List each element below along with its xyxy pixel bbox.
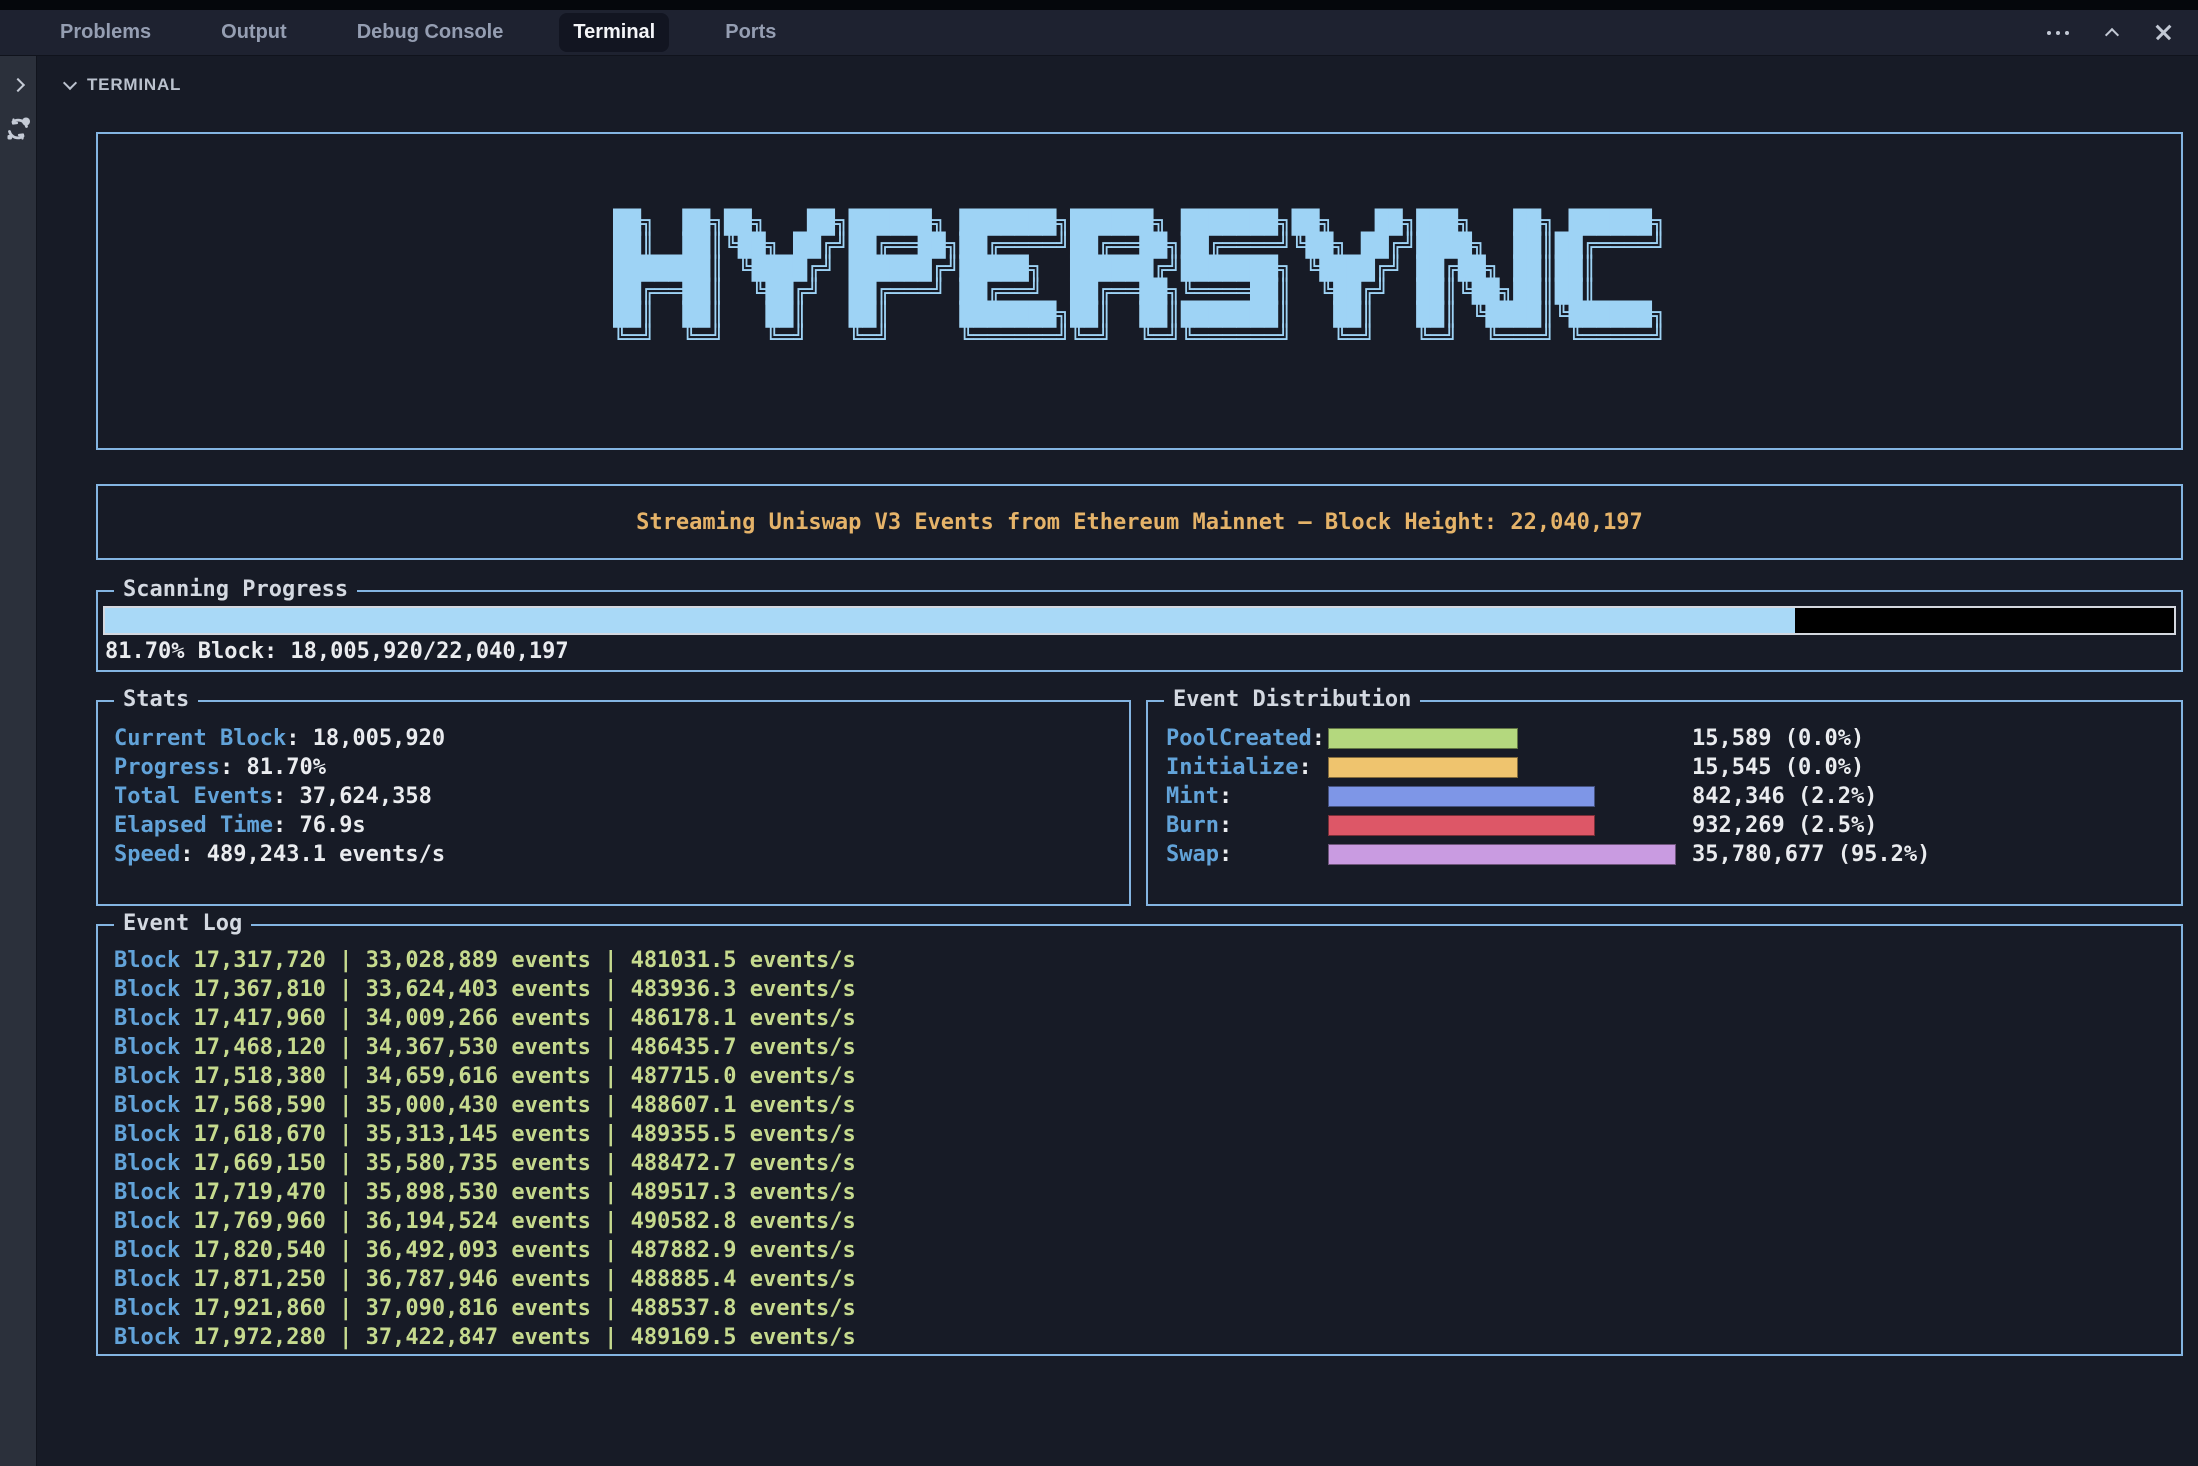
stream-banner-text: Streaming Uniswap V3 Events from Ethereu… [636, 510, 1643, 535]
stat-progress: Progress: 81.70% [114, 753, 1129, 782]
ascii-art-box: ██╗ ██╗██╗ ██╗██████╗ ███████╗██████╗ ██… [96, 132, 2183, 450]
log-row: Block 17,871,250 | 36,787,946 events | 4… [114, 1265, 2181, 1294]
tab-problems[interactable]: Problems [46, 13, 165, 52]
close-panel-icon[interactable] [2155, 24, 2172, 41]
tab-terminal[interactable]: Terminal [559, 13, 669, 52]
event-log-title: Event Log [114, 911, 251, 937]
log-row: Block 17,972,280 | 37,422,847 events | 4… [114, 1323, 2181, 1352]
terminal-header: TERMINAL [37, 56, 2198, 114]
dist-bar-swap [1328, 844, 1676, 865]
dist-bar-initialize [1328, 757, 1518, 778]
hypersync-ascii-art: ██╗ ██╗██╗ ██╗██████╗ ███████╗██████╗ ██… [613, 212, 1665, 350]
scanning-progress-box: Scanning Progress 81.70% Block: 18,005,9… [96, 590, 2183, 672]
log-row: Block 17,568,590 | 35,000,430 events | 4… [114, 1091, 2181, 1120]
sync-icon[interactable] [5, 116, 31, 142]
panel-tabbar: Problems Output Debug Console Terminal P… [0, 10, 2198, 56]
log-row: Block 17,618,670 | 35,313,145 events | 4… [114, 1120, 2181, 1149]
stats-title: Stats [114, 687, 198, 713]
stat-current-block: Current Block: 18,005,920 [114, 724, 1129, 753]
chevron-down-icon[interactable] [63, 76, 77, 90]
scanning-progress-title: Scanning Progress [114, 577, 357, 603]
dist-row-poolcreated: PoolCreated: 15,589 (0.0%) [1166, 724, 2181, 753]
stat-speed: Speed: 489,243.1 events/s [114, 840, 1129, 869]
stat-total-events: Total Events: 37,624,358 [114, 782, 1129, 811]
log-row: Block 17,820,540 | 36,492,093 events | 4… [114, 1236, 2181, 1265]
progress-bar [103, 606, 2176, 635]
log-row: Block 17,317,720 | 33,028,889 events | 4… [114, 946, 2181, 975]
dist-row-swap: Swap: 35,780,677 (95.2%) [1166, 840, 2181, 869]
window-top-strip [0, 0, 2198, 10]
progress-bar-fill [105, 608, 1795, 633]
stat-elapsed-time: Elapsed Time: 76.9s [114, 811, 1129, 840]
vscode-panel: Problems Output Debug Console Terminal P… [0, 0, 2198, 1466]
progress-label: 81.70% Block: 18,005,920/22,040,197 [103, 639, 2176, 664]
dist-row-mint: Mint: 842,346 (2.2%) [1166, 782, 2181, 811]
log-row: Block 17,468,120 | 34,367,530 events | 4… [114, 1033, 2181, 1062]
event-log-box: Event Log Block 17,317,720 | 33,028,889 … [96, 924, 2183, 1356]
terminal-header-label: TERMINAL [87, 75, 181, 95]
log-row: Block 17,719,470 | 35,898,530 events | 4… [114, 1178, 2181, 1207]
log-row: Block 17,669,150 | 35,580,735 events | 4… [114, 1149, 2181, 1178]
log-row: Block 17,518,380 | 34,659,616 events | 4… [114, 1062, 2181, 1091]
dist-row-initialize: Initialize: 15,545 (0.0%) [1166, 753, 2181, 782]
log-row: Block 17,417,960 | 34,009,266 events | 4… [114, 1004, 2181, 1033]
event-distribution-box: Event Distribution PoolCreated: 15,589 (… [1146, 700, 2183, 906]
stream-banner-box: Streaming Uniswap V3 Events from Ethereu… [96, 484, 2183, 560]
tab-ports[interactable]: Ports [711, 13, 790, 52]
dist-bar-mint [1328, 786, 1595, 807]
chevron-right-icon[interactable] [11, 78, 25, 92]
terminal-side-rail [0, 56, 37, 1466]
log-row: Block 17,367,810 | 33,624,403 events | 4… [114, 975, 2181, 1004]
dist-row-burn: Burn: 932,269 (2.5%) [1166, 811, 2181, 840]
maximize-panel-icon[interactable] [2105, 28, 2119, 42]
log-row: Block 17,769,960 | 36,194,524 events | 4… [114, 1207, 2181, 1236]
panel-actions [2047, 24, 2172, 41]
dist-bar-poolcreated [1328, 728, 1518, 749]
terminal-output: ██╗ ██╗██╗ ██╗██████╗ ███████╗██████╗ ██… [37, 114, 2198, 1356]
tab-output[interactable]: Output [207, 13, 301, 52]
event-distribution-title: Event Distribution [1164, 687, 1420, 713]
log-row: Block 17,921,860 | 37,090,816 events | 4… [114, 1294, 2181, 1323]
terminal-panel: TERMINAL ██╗ ██╗██╗ ██╗██████╗ ███████╗█… [37, 56, 2198, 1466]
more-actions-icon[interactable] [2047, 31, 2069, 35]
tab-debug-console[interactable]: Debug Console [343, 13, 518, 52]
stats-box: Stats Current Block: 18,005,920 Progress… [96, 700, 1131, 906]
dist-bar-burn [1328, 815, 1595, 836]
